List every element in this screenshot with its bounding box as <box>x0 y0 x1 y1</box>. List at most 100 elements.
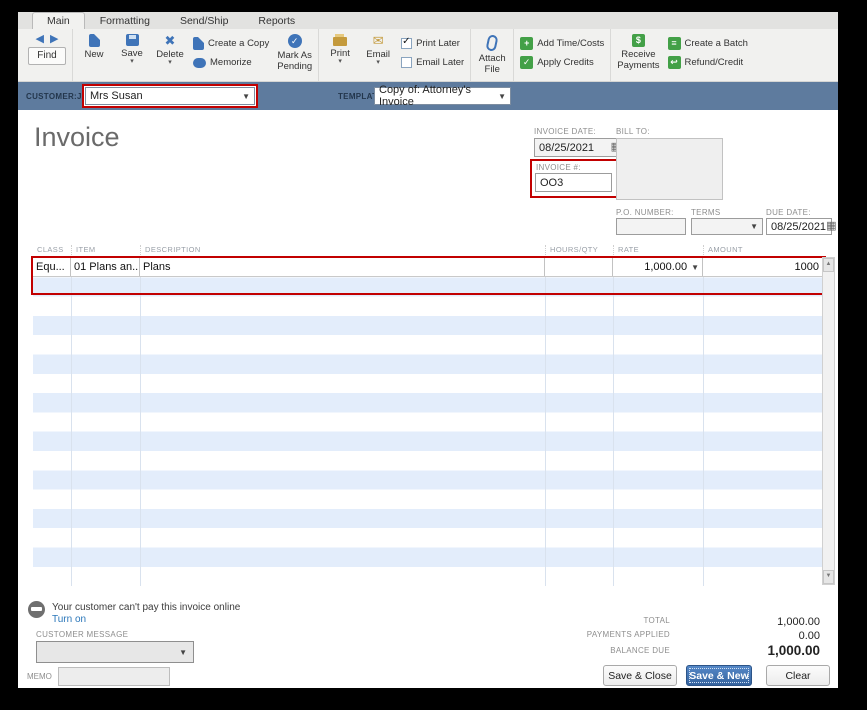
memo-input[interactable] <box>58 667 170 686</box>
apply-credits-button[interactable]: ✓ Apply Credits <box>520 54 604 70</box>
create-copy-button[interactable]: Create a Copy <box>193 35 269 51</box>
save-new-button[interactable]: Save & New <box>686 665 752 686</box>
delete-x-icon: ✖ <box>165 34 176 47</box>
forward-arrow-icon[interactable]: ▶ <box>50 34 58 45</box>
print-later-checkbox-icon[interactable] <box>401 38 412 49</box>
scroll-down-icon[interactable]: ▼ <box>823 570 834 584</box>
apply-credits-label: Apply Credits <box>537 57 594 68</box>
mark-as-pending-label: Mark As Pending <box>277 50 312 72</box>
column-header-hours-qty[interactable]: HOURS/QTY <box>545 245 613 257</box>
template-dropdown[interactable]: Copy of: Attorney's Invoice ▼ <box>374 87 511 105</box>
template-value: Copy of: Attorney's Invoice <box>379 84 494 108</box>
printer-icon <box>333 37 347 46</box>
email-dropdown-icon[interactable]: ▾ <box>376 60 380 66</box>
chevron-down-icon: ▼ <box>691 263 699 272</box>
envelope-icon: ✉ <box>373 34 384 47</box>
email-later-checkbox[interactable]: Email Later <box>401 54 464 70</box>
column-divider <box>71 258 72 586</box>
cell-hours-qty[interactable] <box>545 258 613 276</box>
find-button[interactable]: ◀ ▶ Find <box>28 32 66 65</box>
save-icon <box>126 34 139 46</box>
column-header-description[interactable]: DESCRIPTION <box>140 245 545 257</box>
new-button[interactable]: New <box>79 32 109 60</box>
create-batch-icon: ≡ <box>668 37 681 50</box>
refund-credit-icon: ↩ <box>668 56 681 69</box>
column-header-rate[interactable]: RATE <box>613 245 703 257</box>
create-batch-button[interactable]: ≡ Create a Batch <box>668 35 748 51</box>
tab-send-ship[interactable]: Send/Ship <box>165 12 243 29</box>
scroll-up-icon[interactable]: ▲ <box>823 258 834 272</box>
terms-dropdown[interactable]: ▼ <box>691 218 763 235</box>
rate-value: 1,000.00 <box>644 261 687 273</box>
copy-icon <box>193 37 204 50</box>
customer-job-value: Mrs Susan <box>90 90 143 102</box>
mark-as-pending-button[interactable]: ✓ Mark As Pending <box>277 32 312 72</box>
save-dropdown-icon[interactable]: ▾ <box>130 59 134 65</box>
table-body: Equ... ▼ 01 Plans an... ▼ Plans 1,000.00… <box>33 257 822 586</box>
cell-item-dropdown[interactable]: 01 Plans an... ▼ <box>71 258 140 276</box>
class-value: Equ... <box>36 261 65 273</box>
paperclip-icon <box>486 34 499 52</box>
total-value: 1,000.00 <box>678 616 820 628</box>
line-items-table: CLASS ITEM DESCRIPTION HOURS/QTY RATE AM… <box>33 245 822 586</box>
memo-label: MEMO <box>27 672 52 681</box>
email-button[interactable]: ✉ Email ▾ <box>363 32 393 66</box>
time-credits-stack: + Add Time/Costs ✓ Apply Credits <box>520 32 604 70</box>
payments-group: $ Receive Payments ≡ Create a Batch ↩ Re… <box>611 29 754 81</box>
invoice-date-value: 08/25/2021 <box>539 142 594 154</box>
column-header-class[interactable]: CLASS <box>33 245 71 257</box>
due-date-field[interactable]: 08/25/2021 ▦ <box>766 218 832 235</box>
calendar-icon[interactable]: ▦ <box>826 221 836 232</box>
delete-button[interactable]: ✖ Delete ▾ <box>155 32 185 66</box>
payments-applied-value: 0.00 <box>678 630 820 642</box>
total-label: TOTAL <box>470 616 670 625</box>
tab-reports[interactable]: Reports <box>243 12 310 29</box>
find-group: ◀ ▶ Find <box>22 29 73 81</box>
cell-amount[interactable]: 1000 <box>703 258 822 276</box>
column-header-amount[interactable]: AMOUNT <box>703 245 822 257</box>
attach-group: Attach File <box>471 29 514 81</box>
invoice-date-field[interactable]: 08/25/2021 ▦ <box>534 138 626 157</box>
cell-rate-dropdown[interactable]: 1,000.00 ▼ <box>613 258 703 276</box>
tab-main[interactable]: Main <box>32 12 85 29</box>
print-later-label: Print Later <box>416 38 460 49</box>
table-header-row: CLASS ITEM DESCRIPTION HOURS/QTY RATE AM… <box>33 245 822 257</box>
invoice-number-field[interactable]: OO3 <box>535 173 612 192</box>
refund-credit-label: Refund/Credit <box>685 57 744 68</box>
balance-due-label: BALANCE DUE <box>470 646 670 655</box>
delete-dropdown-icon[interactable]: ▾ <box>168 60 172 66</box>
cell-class-dropdown[interactable]: Equ... ▼ <box>33 258 71 276</box>
column-header-item[interactable]: ITEM <box>71 245 140 257</box>
clear-button[interactable]: Clear <box>766 665 830 686</box>
edit-group: New Save ▾ ✖ Delete ▾ Create a Copy Memo <box>73 29 319 81</box>
po-number-field[interactable] <box>616 218 686 235</box>
save-close-button[interactable]: Save & Close <box>603 665 677 686</box>
new-label: New <box>84 49 103 60</box>
apply-credits-icon: ✓ <box>520 56 533 69</box>
bill-to-box[interactable] <box>616 138 723 200</box>
chevron-down-icon: ▼ <box>242 92 250 101</box>
invoice-window: Main Formatting Send/Ship Reports ◀ ▶ Fi… <box>18 12 838 688</box>
receive-payments-button[interactable]: $ Receive Payments <box>617 32 659 71</box>
invoice-number-highlight: INVOICE #: OO3 <box>530 159 620 198</box>
attach-file-button[interactable]: Attach File <box>477 32 507 75</box>
email-later-checkbox-icon[interactable] <box>401 57 412 68</box>
invoice-number-value: OO3 <box>540 177 563 189</box>
memorize-button[interactable]: Memorize <box>193 54 269 70</box>
invoice-date-label: INVOICE DATE: <box>534 127 596 136</box>
find-button-label[interactable]: Find <box>28 47 66 65</box>
print-button[interactable]: Print ▾ <box>325 32 355 65</box>
customer-job-dropdown[interactable]: Mrs Susan ▼ <box>85 87 255 105</box>
print-dropdown-icon[interactable]: ▾ <box>338 59 342 65</box>
chevron-down-icon: ▼ <box>750 222 758 231</box>
add-time-costs-button[interactable]: + Add Time/Costs <box>520 35 604 51</box>
cell-description[interactable]: Plans <box>140 258 545 276</box>
tab-formatting[interactable]: Formatting <box>85 12 165 29</box>
table-scrollbar[interactable]: ▲ ▼ <box>822 257 835 585</box>
print-later-checkbox[interactable]: Print Later <box>401 35 464 51</box>
save-button[interactable]: Save ▾ <box>117 32 147 65</box>
back-arrow-icon[interactable]: ◀ <box>36 34 44 45</box>
email-later-label: Email Later <box>416 57 464 68</box>
refund-credit-button[interactable]: ↩ Refund/Credit <box>668 54 748 70</box>
chevron-down-icon: ▼ <box>498 92 506 101</box>
